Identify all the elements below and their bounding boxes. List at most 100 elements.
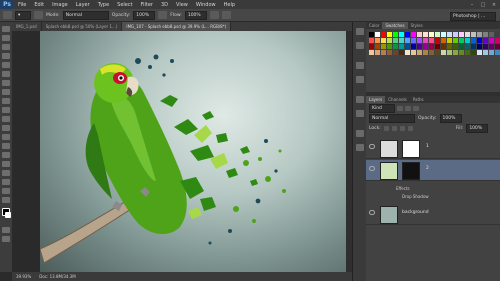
mode-select[interactable]: Normal [62,10,109,20]
color-swatch[interactable] [459,32,464,37]
color-swatch[interactable] [441,38,446,43]
color-swatch[interactable] [381,38,386,43]
tab-channels[interactable]: Channels [385,96,410,103]
paragraph-panel-icon[interactable] [356,110,364,117]
dodge-tool-icon[interactable] [2,143,10,149]
color-swatch[interactable] [495,38,500,43]
color-swatch[interactable] [459,44,464,49]
brush-tool-icon[interactable] [3,11,12,19]
color-swatch[interactable] [411,32,416,37]
workspace-select[interactable]: Photoshop | ... [450,12,496,21]
color-swatch[interactable] [489,32,494,37]
color-swatch[interactable] [375,38,380,43]
filter-type-icon[interactable] [413,106,419,111]
color-swatch[interactable] [453,44,458,49]
eye-icon[interactable] [369,166,375,171]
menu-view[interactable]: View [172,2,192,8]
gradient-tool-icon[interactable] [2,125,10,131]
eraser-tool-icon[interactable] [2,116,10,122]
color-swatch[interactable] [393,44,398,49]
color-swatch[interactable] [429,32,434,37]
layer-mask-thumbnail[interactable] [402,140,420,158]
eye-icon[interactable] [369,210,375,215]
layer-mask-thumbnail[interactable] [402,162,420,180]
color-swatch[interactable] [411,44,416,49]
shape-tool-icon[interactable] [2,179,10,185]
tab-styles[interactable]: Styles [408,22,426,29]
color-swatch[interactable] [453,38,458,43]
color-swatch[interactable] [399,50,404,55]
layer-name[interactable]: 1 [426,144,429,149]
color-swatch[interactable] [447,50,452,55]
color-swatch[interactable] [423,38,428,43]
color-swatch[interactable] [429,44,434,49]
filter-pixel-icon[interactable] [397,106,403,111]
color-swatch[interactable] [417,44,422,49]
drop-shadow-effect[interactable]: Drop Shadow [402,194,429,199]
screen-mode-icon[interactable] [2,236,10,242]
document-canvas[interactable] [40,31,346,272]
color-swatch[interactable] [399,44,404,49]
color-swatch[interactable] [477,44,482,49]
character-panel-icon[interactable] [356,96,364,103]
zoom-level[interactable]: 39.93% [16,274,31,279]
color-swatch[interactable] [495,44,500,49]
color-swatch[interactable] [387,38,392,43]
layer-row[interactable]: 1 [366,138,500,159]
color-swatch[interactable] [405,50,410,55]
color-swatch[interactable] [375,32,380,37]
color-swatch[interactable] [459,38,464,43]
color-swatch[interactable] [471,50,476,55]
menu-3d[interactable]: 3D [157,2,172,8]
lasso-tool-icon[interactable] [2,44,10,50]
menu-edit[interactable]: Edit [30,2,48,8]
color-swatch[interactable] [369,50,374,55]
document-tab-active[interactable]: IMG_107 - Splash ebb8.psd @ 39.9% (L... … [122,22,232,31]
hand-tool-icon[interactable] [2,188,10,194]
maximize-button[interactable]: □ [479,2,487,8]
color-swatch[interactable] [375,44,380,49]
color-swatch[interactable] [435,38,440,43]
menu-filter[interactable]: Filter [137,2,157,8]
type-tool-icon[interactable] [2,161,10,167]
color-swatch[interactable] [465,50,470,55]
color-swatch[interactable] [423,32,428,37]
color-swatch[interactable] [441,44,446,49]
properties-panel-icon[interactable] [356,76,364,83]
layer-opacity-input[interactable]: 100% [439,114,462,123]
pressure-size-icon[interactable] [221,11,231,19]
brush-tool-icon[interactable] [2,89,10,95]
color-swatch[interactable] [423,44,428,49]
document-tab[interactable]: IMG_1.psd [12,22,42,31]
color-swatch[interactable] [393,38,398,43]
quick-mask-icon[interactable] [2,227,10,233]
history-panel-icon[interactable] [356,28,364,35]
brush-presets-panel-icon[interactable] [356,130,364,137]
minimize-button[interactable]: – [468,2,476,8]
eyedropper-tool-icon[interactable] [2,71,10,77]
blur-tool-icon[interactable] [2,134,10,140]
color-swatch[interactable] [429,38,434,43]
color-swatch[interactable] [387,44,392,49]
path-select-tool-icon[interactable] [2,170,10,176]
color-swatch[interactable] [465,38,470,43]
tab-layers[interactable]: Layers [366,96,386,103]
color-swatch[interactable] [495,32,500,37]
marquee-tool-icon[interactable] [2,35,10,41]
color-swatch[interactable] [405,38,410,43]
pen-tool-icon[interactable] [2,152,10,158]
color-swatch[interactable] [375,50,380,55]
color-swatch[interactable] [435,32,440,37]
background-color-swatch[interactable] [5,212,11,218]
menu-image[interactable]: Image [48,2,72,8]
color-swatch[interactable] [435,44,440,49]
color-swatch[interactable] [447,32,452,37]
clone-stamp-tool-icon[interactable] [2,98,10,104]
color-swatch[interactable] [405,44,410,49]
blend-mode-select[interactable]: Normal [369,114,415,123]
menu-window[interactable]: Window [192,2,220,8]
color-swatch[interactable] [483,44,488,49]
layer-row-selected[interactable]: 2 [366,160,500,181]
color-swatch[interactable] [495,50,500,55]
lock-all-icon[interactable] [407,126,413,131]
